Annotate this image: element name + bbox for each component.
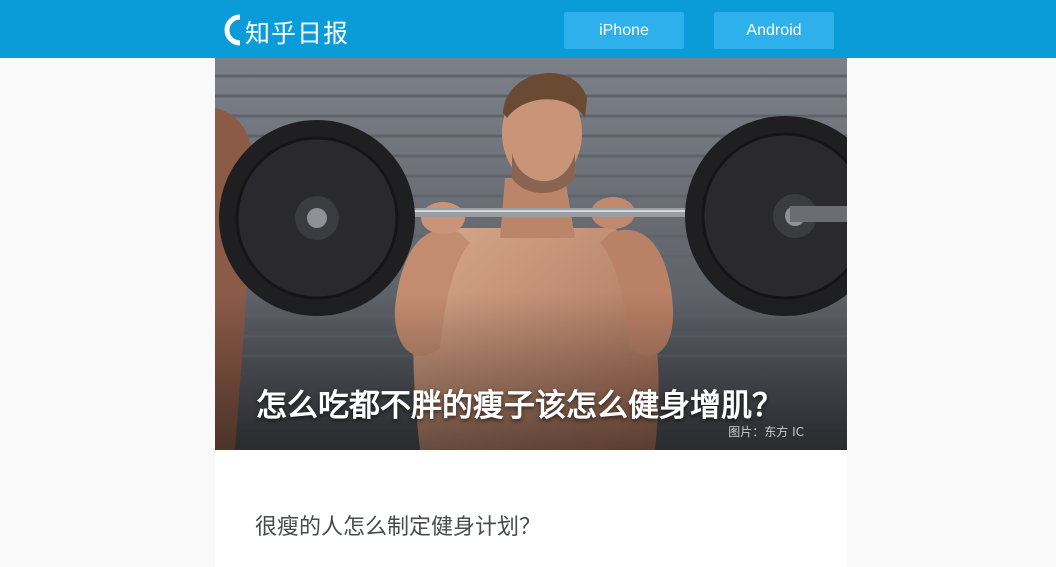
question-title: 很瘦的人怎么制定健身计划？ xyxy=(255,515,542,540)
hero-title[interactable]: 怎么吃都不胖的瘦子该怎么健身增肌？ xyxy=(256,380,816,425)
hero-image: 怎么吃都不胖的瘦子该怎么健身增肌？ 图片：东方 IC xyxy=(215,58,847,450)
zhihu-daily-logo-icon xyxy=(224,14,241,46)
top-bar: 知乎日报 iPhone Android xyxy=(0,0,1056,58)
image-credit: 图片：东方 IC xyxy=(728,425,804,439)
iphone-download-button[interactable]: iPhone xyxy=(564,12,684,49)
logo-text: 知乎日报 xyxy=(245,19,350,48)
android-download-button[interactable]: Android xyxy=(714,12,834,49)
logo[interactable]: 知乎日报 xyxy=(221,9,349,49)
article-card: 怎么吃都不胖的瘦子该怎么健身增肌？ 图片：东方 IC 很瘦的人怎么制定健身计划？ xyxy=(215,58,847,567)
